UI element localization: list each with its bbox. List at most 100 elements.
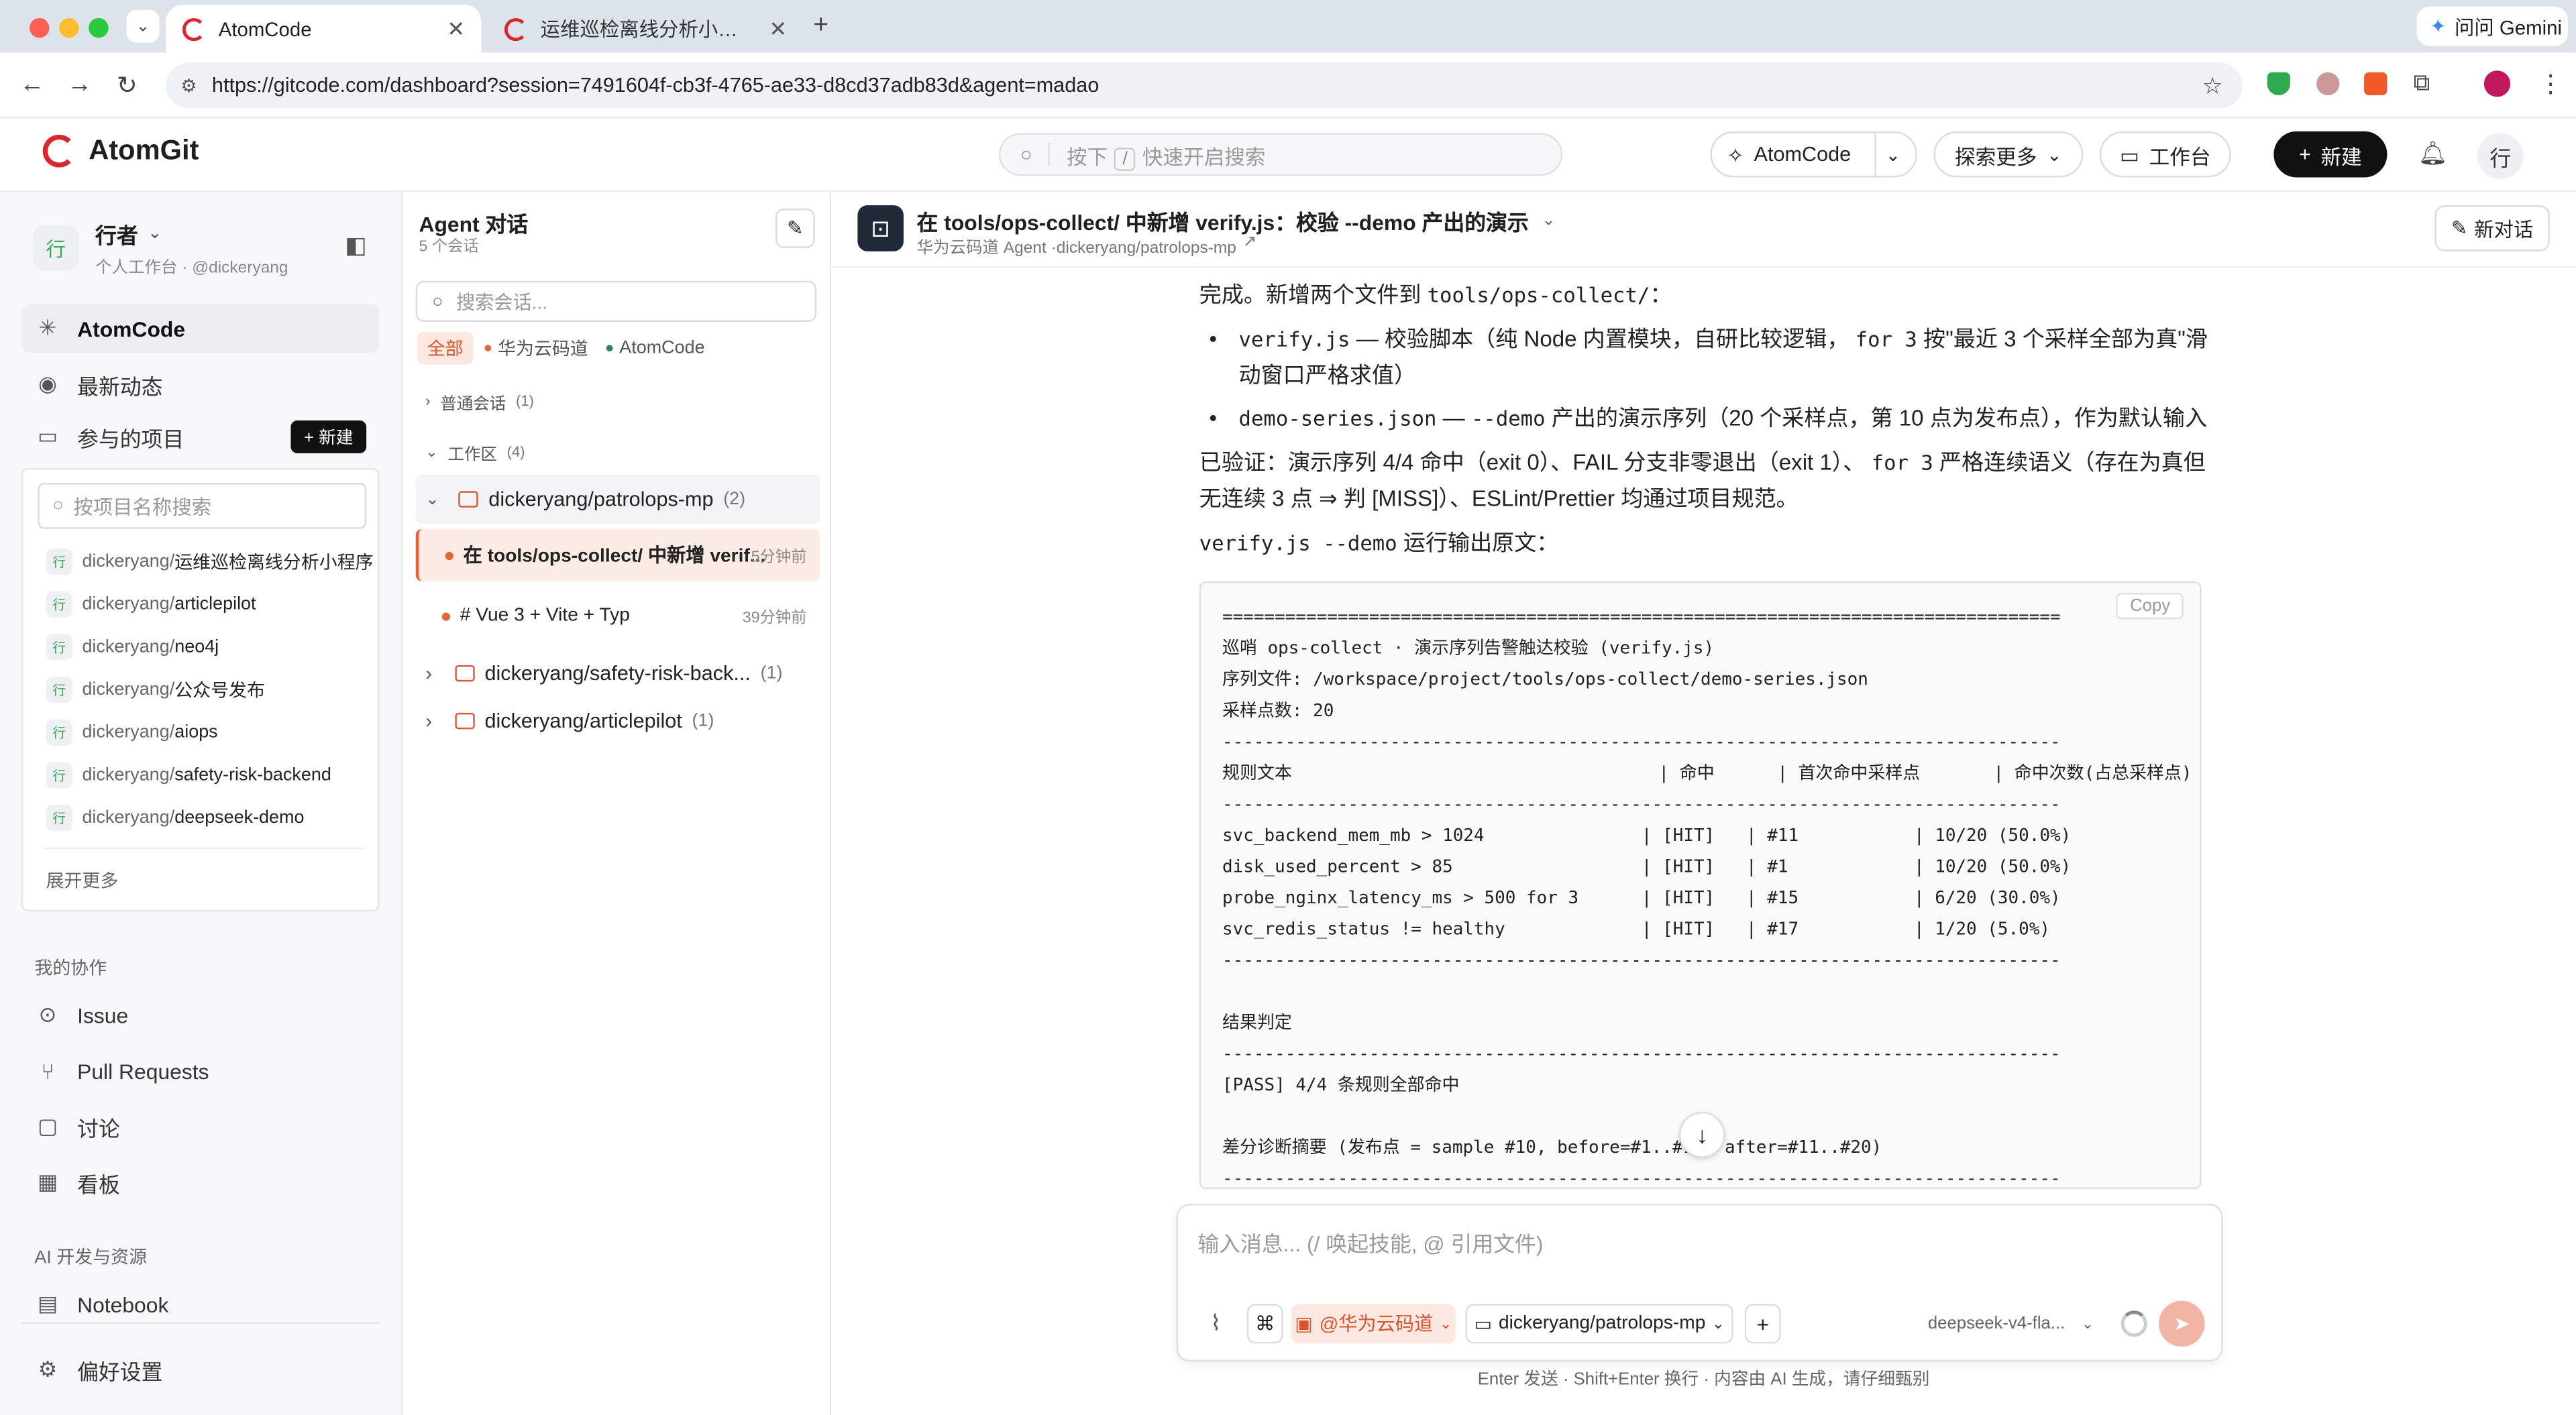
search-hint: 按下 / 快速开启搜索	[1067, 139, 1266, 170]
close-tab-icon[interactable]: ✕	[447, 15, 465, 42]
minimize-window-button[interactable]	[59, 17, 79, 38]
repo-group-patrolops[interactable]: ⌄ dickeryang/patrolops-mp (2)	[415, 474, 820, 524]
bookmark-star-icon[interactable]: ☆	[2202, 72, 2223, 100]
user-switcher[interactable]: 行 行者 ⌄ 个人工作台 · @dickeryang	[32, 219, 288, 278]
project-item[interactable]: 行 dickeryang/articlepilot	[46, 591, 256, 618]
expand-more-link[interactable]: 展开更多	[46, 867, 119, 893]
attach-paperclip-icon[interactable]: ⌇	[1197, 1304, 1234, 1344]
project-name: aiops	[174, 722, 218, 742]
project-item[interactable]: 行 dickeryang/运维巡检离线分析小程序	[46, 548, 374, 575]
profile-avatar-icon[interactable]	[2483, 70, 2511, 97]
browser-menu-icon[interactable]: ⋮	[2538, 69, 2563, 99]
new-chat-button[interactable]: ✎ 新对话	[2434, 205, 2550, 251]
sidebar-item-board[interactable]: ▦ 看板	[21, 1158, 380, 1207]
chat-subtitle-row: 华为云码道 Agent ·dickeryang/patrolops-mp ↗	[917, 233, 1257, 258]
sidebar-item-notebook[interactable]: ▤ Notebook	[21, 1280, 380, 1328]
sidebar-item-issue[interactable]: ⊙ Issue	[21, 990, 380, 1039]
extensions-puzzle-icon[interactable]: ⧉	[2414, 69, 2430, 97]
browser-tab-inactive[interactable]: 运维巡检离线分析小程序:把运维 ✕	[488, 5, 803, 52]
sidebar-item-atomcode[interactable]: ✳ AtomCode	[21, 304, 380, 353]
user-subtitle: 个人工作台 · @dickeryang	[95, 259, 288, 278]
user-avatar[interactable]: 行	[2477, 133, 2524, 179]
filter-huawei-chip[interactable]: 华为云码道	[475, 332, 598, 365]
agent-select-chip[interactable]: ▣ @华为云码道 ⌄	[1291, 1304, 1456, 1344]
code-line: ----------------------------------------…	[1222, 1044, 2061, 1064]
code-line: ----------------------------------------…	[1222, 795, 2061, 815]
atomcode-sparkle-icon: ✧	[1727, 144, 1744, 167]
explore-more-button[interactable]: 探索更多 ⌄	[1933, 131, 2084, 178]
maximize-window-button[interactable]	[89, 17, 109, 38]
notebook-icon: ▤	[37, 1290, 58, 1316]
atomcode-button[interactable]: ✧ AtomCode ⌄	[1710, 131, 1917, 178]
browser-tab-active[interactable]: AtomCode ✕	[166, 5, 482, 53]
project-item[interactable]: 行 dickeryang/aiops	[46, 719, 218, 746]
workbench-button[interactable]: ▭ 工作台	[2099, 131, 2231, 178]
close-window-button[interactable]	[30, 17, 50, 38]
message-composer: 输入消息... (/ 唤起技能, @ 引用文件) ⌇ ⌘ ▣ @华为云码道 ⌄ …	[1176, 1204, 2223, 1362]
message-input[interactable]: 输入消息... (/ 唤起技能, @ 引用文件)	[1197, 1227, 1543, 1258]
repo-folder-icon	[455, 665, 475, 682]
new-conversation-icon[interactable]: ✎	[775, 209, 815, 248]
back-arrow-icon[interactable]: ←	[19, 70, 44, 99]
create-new-button[interactable]: + 新建	[2273, 131, 2387, 178]
project-item[interactable]: 行 dickeryang/neo4j	[46, 634, 219, 661]
project-search-input[interactable]: ○ 按项目名称搜索	[38, 483, 367, 529]
intro-text: 完成。新增两个文件到	[1199, 282, 1421, 307]
code-line: ========================================…	[1222, 608, 2061, 628]
session-item-active[interactable]: 在 tools/ops-collect/ 中新增 verif... 5分钟前	[415, 528, 820, 581]
conversation-search-input[interactable]: ○ 搜索会话...	[415, 280, 817, 323]
external-link-icon[interactable]: ↗	[1243, 233, 1257, 258]
send-button[interactable]: ➤	[2158, 1300, 2205, 1347]
model-select-dropdown[interactable]: deepseek-v4-fla... ⌄	[1924, 1304, 2098, 1344]
tab-search-button[interactable]: ⌄	[126, 9, 160, 43]
group-label: 普通会话	[440, 394, 506, 413]
project-item[interactable]: 行 dickeryang/公众号发布	[46, 676, 265, 703]
brand-name: AtomGit	[89, 134, 199, 166]
extension-shield-icon[interactable]	[2267, 72, 2290, 96]
filter-label: 华为云码道	[498, 339, 588, 360]
repo-group-articlepilot[interactable]: › dickeryang/articlepilot (1)	[416, 696, 820, 745]
project-item[interactable]: 行 dickeryang/deepseek-demo	[46, 805, 305, 832]
workspace-group-toggle[interactable]: ⌄ 工作区 (4)	[416, 429, 820, 475]
project-avatar-icon: 行	[46, 762, 72, 789]
filter-all-chip[interactable]: 全部	[417, 331, 474, 365]
global-search-input[interactable]: ○ 按下 / 快速开启搜索	[998, 133, 1562, 176]
chevron-down-icon[interactable]: ⌄	[1886, 144, 1901, 165]
add-context-plus-icon[interactable]: +	[1744, 1304, 1781, 1344]
extension-orange-icon[interactable]	[2364, 72, 2387, 96]
sidebar-item-activity[interactable]: ◉ 最新动态	[21, 359, 380, 408]
new-project-button[interactable]: + 新建	[290, 420, 367, 453]
sidebar-item-preferences[interactable]: ⚙ 偏好设置	[21, 1345, 380, 1394]
sidebar-item-pull-requests[interactable]: ⑂ Pull Requests	[21, 1046, 380, 1095]
extension-avatar-icon[interactable]	[2316, 72, 2340, 96]
chat-title-row[interactable]: 在 tools/ops-collect/ 中新增 verify.js：校验 --…	[917, 205, 1556, 237]
conversation-search-placeholder: 搜索会话...	[455, 293, 548, 313]
forward-arrow-icon[interactable]: →	[67, 70, 92, 99]
repo-select-chip[interactable]: ▭ dickeryang/patrolops-mp ⌄	[1465, 1304, 1733, 1344]
explore-label: 探索更多	[1955, 145, 2037, 169]
filter-atomcode-chip[interactable]: AtomCode	[596, 332, 714, 365]
address-bar[interactable]: ⚙ https://gitcode.com/dashboard?session=…	[166, 62, 2243, 109]
ask-gemini-button[interactable]: ✦ 问问 Gemini	[2416, 6, 2568, 46]
brand-logo[interactable]: AtomGit	[42, 134, 199, 168]
close-tab-icon[interactable]: ✕	[769, 15, 787, 42]
sidebar-item-label: 看板	[77, 1172, 120, 1197]
reload-icon[interactable]: ↻	[117, 70, 138, 101]
atomgit-logo-icon	[42, 134, 76, 168]
code-line: ----------------------------------------…	[1222, 1169, 2061, 1190]
site-info-icon[interactable]: ⚙	[180, 74, 197, 96]
session-item[interactable]: # Vue 3 + Vite + Typ 39分钟前	[416, 589, 820, 642]
conversation-list-panel: Agent 对话 5 个会话 ✎ ○ 搜索会话... 全部 华为云码道 Atom…	[402, 192, 832, 1415]
normal-group-toggle[interactable]: › 普通会话 (1)	[416, 378, 820, 424]
code-line: svc_redis_status != healthy | [HIT] | #1…	[1222, 919, 2051, 940]
code-line: 序列文件: /workspace/project/tools/ops-colle…	[1222, 670, 1868, 690]
notification-bell-icon[interactable]: 🔔︎	[2418, 139, 2448, 168]
scroll-down-arrow-icon[interactable]: ↓	[1678, 1111, 1725, 1158]
command-skill-icon[interactable]: ⌘	[1246, 1304, 1283, 1344]
project-item[interactable]: 行 dickeryang/safety-risk-backend	[46, 762, 331, 789]
collapse-sidebar-icon[interactable]: ◧	[345, 231, 366, 260]
new-tab-button[interactable]: +	[813, 11, 828, 41]
repo-group-safety-risk[interactable]: › dickeryang/safety-risk-back... (1)	[416, 648, 820, 697]
sidebar-item-discussion[interactable]: ▢ 讨论	[21, 1102, 380, 1151]
user-name: 行者	[95, 223, 138, 248]
